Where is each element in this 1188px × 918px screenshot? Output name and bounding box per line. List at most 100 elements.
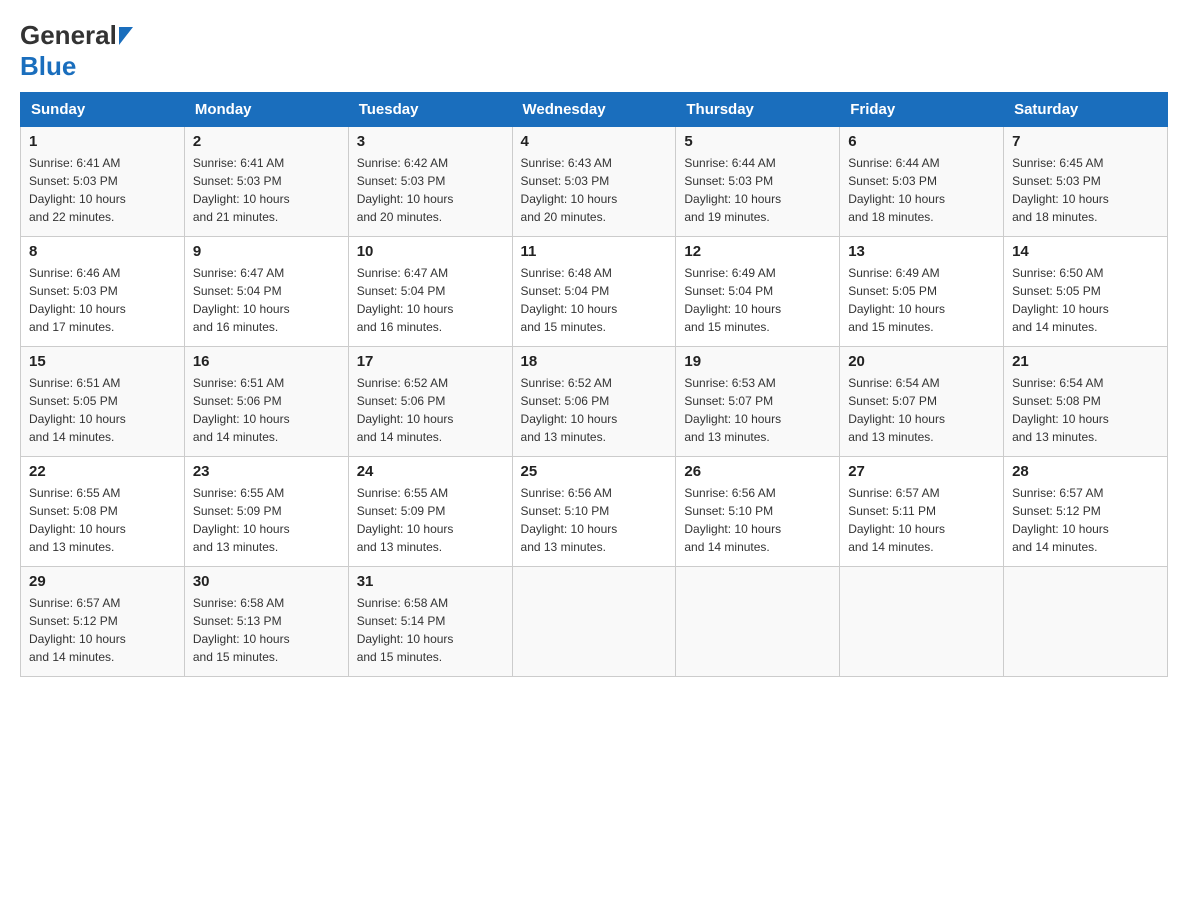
calendar-cell: 29 Sunrise: 6:57 AMSunset: 5:12 PMDaylig… (21, 567, 185, 677)
calendar-header-row: SundayMondayTuesdayWednesdayThursdayFrid… (21, 93, 1168, 127)
calendar-cell: 7 Sunrise: 6:45 AMSunset: 5:03 PMDayligh… (1004, 127, 1168, 237)
day-number: 21 (1012, 353, 1159, 370)
day-info: Sunrise: 6:44 AMSunset: 5:03 PMDaylight:… (684, 156, 781, 224)
day-number: 23 (193, 463, 340, 480)
weekday-header-thursday: Thursday (676, 93, 840, 127)
calendar-cell: 3 Sunrise: 6:42 AMSunset: 5:03 PMDayligh… (348, 127, 512, 237)
calendar-cell: 17 Sunrise: 6:52 AMSunset: 5:06 PMDaylig… (348, 347, 512, 457)
day-number: 8 (29, 243, 176, 260)
calendar-cell: 28 Sunrise: 6:57 AMSunset: 5:12 PMDaylig… (1004, 457, 1168, 567)
day-info: Sunrise: 6:53 AMSunset: 5:07 PMDaylight:… (684, 376, 781, 444)
day-number: 5 (684, 133, 831, 150)
day-info: Sunrise: 6:52 AMSunset: 5:06 PMDaylight:… (357, 376, 454, 444)
day-number: 31 (357, 573, 504, 590)
day-info: Sunrise: 6:42 AMSunset: 5:03 PMDaylight:… (357, 156, 454, 224)
calendar-cell: 15 Sunrise: 6:51 AMSunset: 5:05 PMDaylig… (21, 347, 185, 457)
calendar-cell: 1 Sunrise: 6:41 AMSunset: 5:03 PMDayligh… (21, 127, 185, 237)
day-number: 27 (848, 463, 995, 480)
logo-blue-text: Blue (20, 51, 76, 81)
day-info: Sunrise: 6:45 AMSunset: 5:03 PMDaylight:… (1012, 156, 1109, 224)
calendar-cell (1004, 567, 1168, 677)
calendar-cell: 2 Sunrise: 6:41 AMSunset: 5:03 PMDayligh… (184, 127, 348, 237)
day-number: 15 (29, 353, 176, 370)
day-number: 19 (684, 353, 831, 370)
day-number: 10 (357, 243, 504, 260)
day-info: Sunrise: 6:49 AMSunset: 5:05 PMDaylight:… (848, 266, 945, 334)
calendar-cell: 24 Sunrise: 6:55 AMSunset: 5:09 PMDaylig… (348, 457, 512, 567)
day-number: 20 (848, 353, 995, 370)
calendar-cell: 11 Sunrise: 6:48 AMSunset: 5:04 PMDaylig… (512, 237, 676, 347)
day-number: 18 (521, 353, 668, 370)
day-info: Sunrise: 6:52 AMSunset: 5:06 PMDaylight:… (521, 376, 618, 444)
day-number: 28 (1012, 463, 1159, 480)
day-number: 14 (1012, 243, 1159, 260)
page-header: General Blue (20, 20, 1168, 82)
calendar-cell: 8 Sunrise: 6:46 AMSunset: 5:03 PMDayligh… (21, 237, 185, 347)
day-info: Sunrise: 6:47 AMSunset: 5:04 PMDaylight:… (357, 266, 454, 334)
day-number: 13 (848, 243, 995, 260)
day-number: 22 (29, 463, 176, 480)
day-info: Sunrise: 6:58 AMSunset: 5:14 PMDaylight:… (357, 596, 454, 664)
calendar-cell: 4 Sunrise: 6:43 AMSunset: 5:03 PMDayligh… (512, 127, 676, 237)
calendar-cell: 9 Sunrise: 6:47 AMSunset: 5:04 PMDayligh… (184, 237, 348, 347)
calendar-table: SundayMondayTuesdayWednesdayThursdayFrid… (20, 92, 1168, 677)
weekday-header-tuesday: Tuesday (348, 93, 512, 127)
day-info: Sunrise: 6:55 AMSunset: 5:09 PMDaylight:… (357, 486, 454, 554)
day-number: 9 (193, 243, 340, 260)
day-info: Sunrise: 6:57 AMSunset: 5:11 PMDaylight:… (848, 486, 945, 554)
logo-triangle-icon (119, 27, 133, 45)
day-number: 4 (521, 133, 668, 150)
day-number: 30 (193, 573, 340, 590)
logo: General Blue (20, 20, 133, 82)
day-number: 3 (357, 133, 504, 150)
day-info: Sunrise: 6:46 AMSunset: 5:03 PMDaylight:… (29, 266, 126, 334)
day-info: Sunrise: 6:57 AMSunset: 5:12 PMDaylight:… (29, 596, 126, 664)
calendar-cell: 26 Sunrise: 6:56 AMSunset: 5:10 PMDaylig… (676, 457, 840, 567)
day-number: 25 (521, 463, 668, 480)
day-number: 1 (29, 133, 176, 150)
day-info: Sunrise: 6:51 AMSunset: 5:06 PMDaylight:… (193, 376, 290, 444)
day-number: 11 (521, 243, 668, 260)
calendar-week-row: 22 Sunrise: 6:55 AMSunset: 5:08 PMDaylig… (21, 457, 1168, 567)
day-info: Sunrise: 6:49 AMSunset: 5:04 PMDaylight:… (684, 266, 781, 334)
day-info: Sunrise: 6:47 AMSunset: 5:04 PMDaylight:… (193, 266, 290, 334)
calendar-week-row: 29 Sunrise: 6:57 AMSunset: 5:12 PMDaylig… (21, 567, 1168, 677)
calendar-cell (512, 567, 676, 677)
weekday-header-saturday: Saturday (1004, 93, 1168, 127)
weekday-header-monday: Monday (184, 93, 348, 127)
day-info: Sunrise: 6:50 AMSunset: 5:05 PMDaylight:… (1012, 266, 1109, 334)
day-number: 7 (1012, 133, 1159, 150)
day-info: Sunrise: 6:56 AMSunset: 5:10 PMDaylight:… (521, 486, 618, 554)
calendar-cell: 12 Sunrise: 6:49 AMSunset: 5:04 PMDaylig… (676, 237, 840, 347)
calendar-week-row: 1 Sunrise: 6:41 AMSunset: 5:03 PMDayligh… (21, 127, 1168, 237)
calendar-cell: 14 Sunrise: 6:50 AMSunset: 5:05 PMDaylig… (1004, 237, 1168, 347)
calendar-week-row: 8 Sunrise: 6:46 AMSunset: 5:03 PMDayligh… (21, 237, 1168, 347)
day-info: Sunrise: 6:57 AMSunset: 5:12 PMDaylight:… (1012, 486, 1109, 554)
calendar-cell: 19 Sunrise: 6:53 AMSunset: 5:07 PMDaylig… (676, 347, 840, 457)
calendar-cell: 22 Sunrise: 6:55 AMSunset: 5:08 PMDaylig… (21, 457, 185, 567)
weekday-header-friday: Friday (840, 93, 1004, 127)
weekday-header-sunday: Sunday (21, 93, 185, 127)
day-number: 2 (193, 133, 340, 150)
weekday-header-wednesday: Wednesday (512, 93, 676, 127)
calendar-week-row: 15 Sunrise: 6:51 AMSunset: 5:05 PMDaylig… (21, 347, 1168, 457)
calendar-cell: 20 Sunrise: 6:54 AMSunset: 5:07 PMDaylig… (840, 347, 1004, 457)
day-info: Sunrise: 6:55 AMSunset: 5:08 PMDaylight:… (29, 486, 126, 554)
calendar-cell: 10 Sunrise: 6:47 AMSunset: 5:04 PMDaylig… (348, 237, 512, 347)
calendar-cell (840, 567, 1004, 677)
day-info: Sunrise: 6:55 AMSunset: 5:09 PMDaylight:… (193, 486, 290, 554)
calendar-cell: 18 Sunrise: 6:52 AMSunset: 5:06 PMDaylig… (512, 347, 676, 457)
day-number: 29 (29, 573, 176, 590)
day-info: Sunrise: 6:54 AMSunset: 5:07 PMDaylight:… (848, 376, 945, 444)
calendar-cell: 21 Sunrise: 6:54 AMSunset: 5:08 PMDaylig… (1004, 347, 1168, 457)
calendar-cell: 16 Sunrise: 6:51 AMSunset: 5:06 PMDaylig… (184, 347, 348, 457)
calendar-cell: 13 Sunrise: 6:49 AMSunset: 5:05 PMDaylig… (840, 237, 1004, 347)
day-info: Sunrise: 6:41 AMSunset: 5:03 PMDaylight:… (29, 156, 126, 224)
day-number: 17 (357, 353, 504, 370)
day-info: Sunrise: 6:58 AMSunset: 5:13 PMDaylight:… (193, 596, 290, 664)
day-info: Sunrise: 6:44 AMSunset: 5:03 PMDaylight:… (848, 156, 945, 224)
calendar-cell (676, 567, 840, 677)
day-info: Sunrise: 6:48 AMSunset: 5:04 PMDaylight:… (521, 266, 618, 334)
day-info: Sunrise: 6:43 AMSunset: 5:03 PMDaylight:… (521, 156, 618, 224)
calendar-cell: 23 Sunrise: 6:55 AMSunset: 5:09 PMDaylig… (184, 457, 348, 567)
